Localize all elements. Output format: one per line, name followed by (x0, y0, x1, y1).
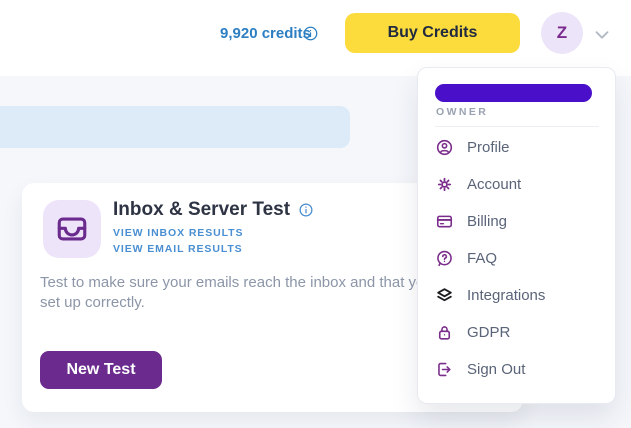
card-title-row: Inbox & Server Test (113, 199, 314, 221)
layers-icon (435, 286, 454, 305)
chevron-down-icon[interactable] (591, 23, 613, 45)
menu-item-label: Billing (467, 213, 507, 230)
app-screen: 9,920 credits Buy Credits Z Inbox & (0, 0, 631, 428)
avatar-initial: Z (557, 23, 567, 43)
menu-item-label: Account (467, 176, 521, 193)
avatar[interactable]: Z (541, 12, 583, 54)
menu-item-sign-out[interactable]: Sign Out (418, 351, 615, 388)
menu-item-gdpr[interactable]: GDPR (418, 314, 615, 351)
sign-out-icon (435, 360, 454, 379)
menu-item-faq[interactable]: FAQ (418, 240, 615, 277)
view-email-results-link[interactable]: VIEW EMAIL RESULTS (113, 243, 243, 255)
menu-item-label: GDPR (467, 324, 510, 341)
credits-info-icon[interactable] (302, 25, 319, 42)
card-description: Test to make sure your emails reach the … (40, 273, 438, 313)
menu-item-account[interactable]: Account (418, 166, 615, 203)
info-icon[interactable] (298, 202, 314, 218)
promo-banner (0, 106, 350, 148)
question-bubble-icon (435, 249, 454, 268)
new-test-button[interactable]: New Test (40, 351, 162, 389)
account-name-pill (435, 84, 592, 102)
top-bar: 9,920 credits Buy Credits Z (0, 0, 631, 76)
menu-item-billing[interactable]: Billing (418, 203, 615, 240)
card-title: Inbox & Server Test (113, 199, 290, 221)
buy-credits-button[interactable]: Buy Credits (345, 13, 520, 53)
menu-item-profile[interactable]: Profile (418, 129, 615, 166)
menu-item-label: Sign Out (467, 361, 525, 378)
menu-item-label: Profile (467, 139, 510, 156)
profile-icon (435, 138, 454, 157)
menu-item-label: Integrations (467, 287, 545, 304)
inbox-tray-icon (43, 200, 101, 258)
menu-item-integrations[interactable]: Integrations (418, 277, 615, 314)
lock-icon (435, 323, 454, 342)
account-menu: Profile Account (418, 129, 615, 388)
menu-item-label: FAQ (467, 250, 497, 267)
divider (435, 126, 599, 127)
role-badge: OWNER (436, 106, 488, 118)
account-dropdown: OWNER Profile (417, 67, 616, 404)
card-description-line1: Test to make sure your emails reach the … (40, 273, 438, 293)
credits-balance: 9,920 credits (220, 25, 311, 42)
card-description-line2: set up correctly. (40, 293, 438, 313)
gear-icon (435, 175, 454, 194)
credit-card-icon (435, 212, 454, 231)
view-inbox-results-link[interactable]: VIEW INBOX RESULTS (113, 227, 243, 239)
